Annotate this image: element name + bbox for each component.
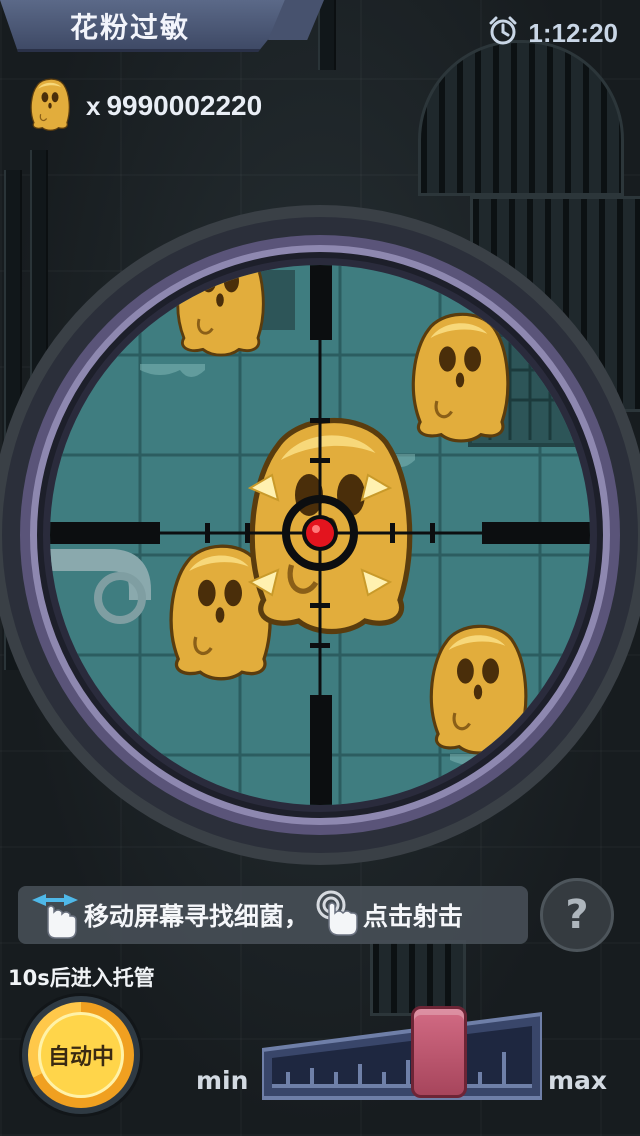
auto-mode-label: 自动中 [47, 1045, 114, 1070]
meter-min-label: min [196, 1066, 249, 1095]
help-button[interactable]: ? [540, 878, 614, 952]
question-icon: ? [565, 892, 589, 938]
swipe-hand-icon [26, 890, 84, 940]
germ-enemy[interactable] [411, 312, 510, 443]
counter-prefix: x [86, 90, 101, 121]
counter-value: 9990002220 [106, 90, 263, 121]
alarm-clock-icon [488, 16, 518, 50]
germ-counter: x 9990002220 [24, 76, 262, 136]
power-meter[interactable] [262, 1010, 542, 1102]
hint-bar: 移动屏幕寻找细菌， 点击射击 [18, 886, 528, 944]
hint-tap-text: 点击射击 [363, 902, 464, 931]
timer: 1:12:20 [488, 16, 618, 50]
timer-value: 1:12:20 [528, 17, 618, 48]
auto-mode-button[interactable]: 自动中 [22, 996, 140, 1114]
auto-mode-button-face: 自动中 [38, 1012, 124, 1098]
level-title: 花粉过敏 [69, 11, 190, 44]
pollen-germ-icon [24, 76, 76, 136]
tap-hand-icon [311, 889, 363, 941]
auto-mode-notice: 10s后进入托管 [8, 966, 155, 990]
meter-max-label: max [548, 1066, 608, 1095]
power-meter-handle[interactable] [410, 1006, 467, 1098]
hint-move-text: 移动屏幕寻找细菌， [84, 902, 310, 931]
